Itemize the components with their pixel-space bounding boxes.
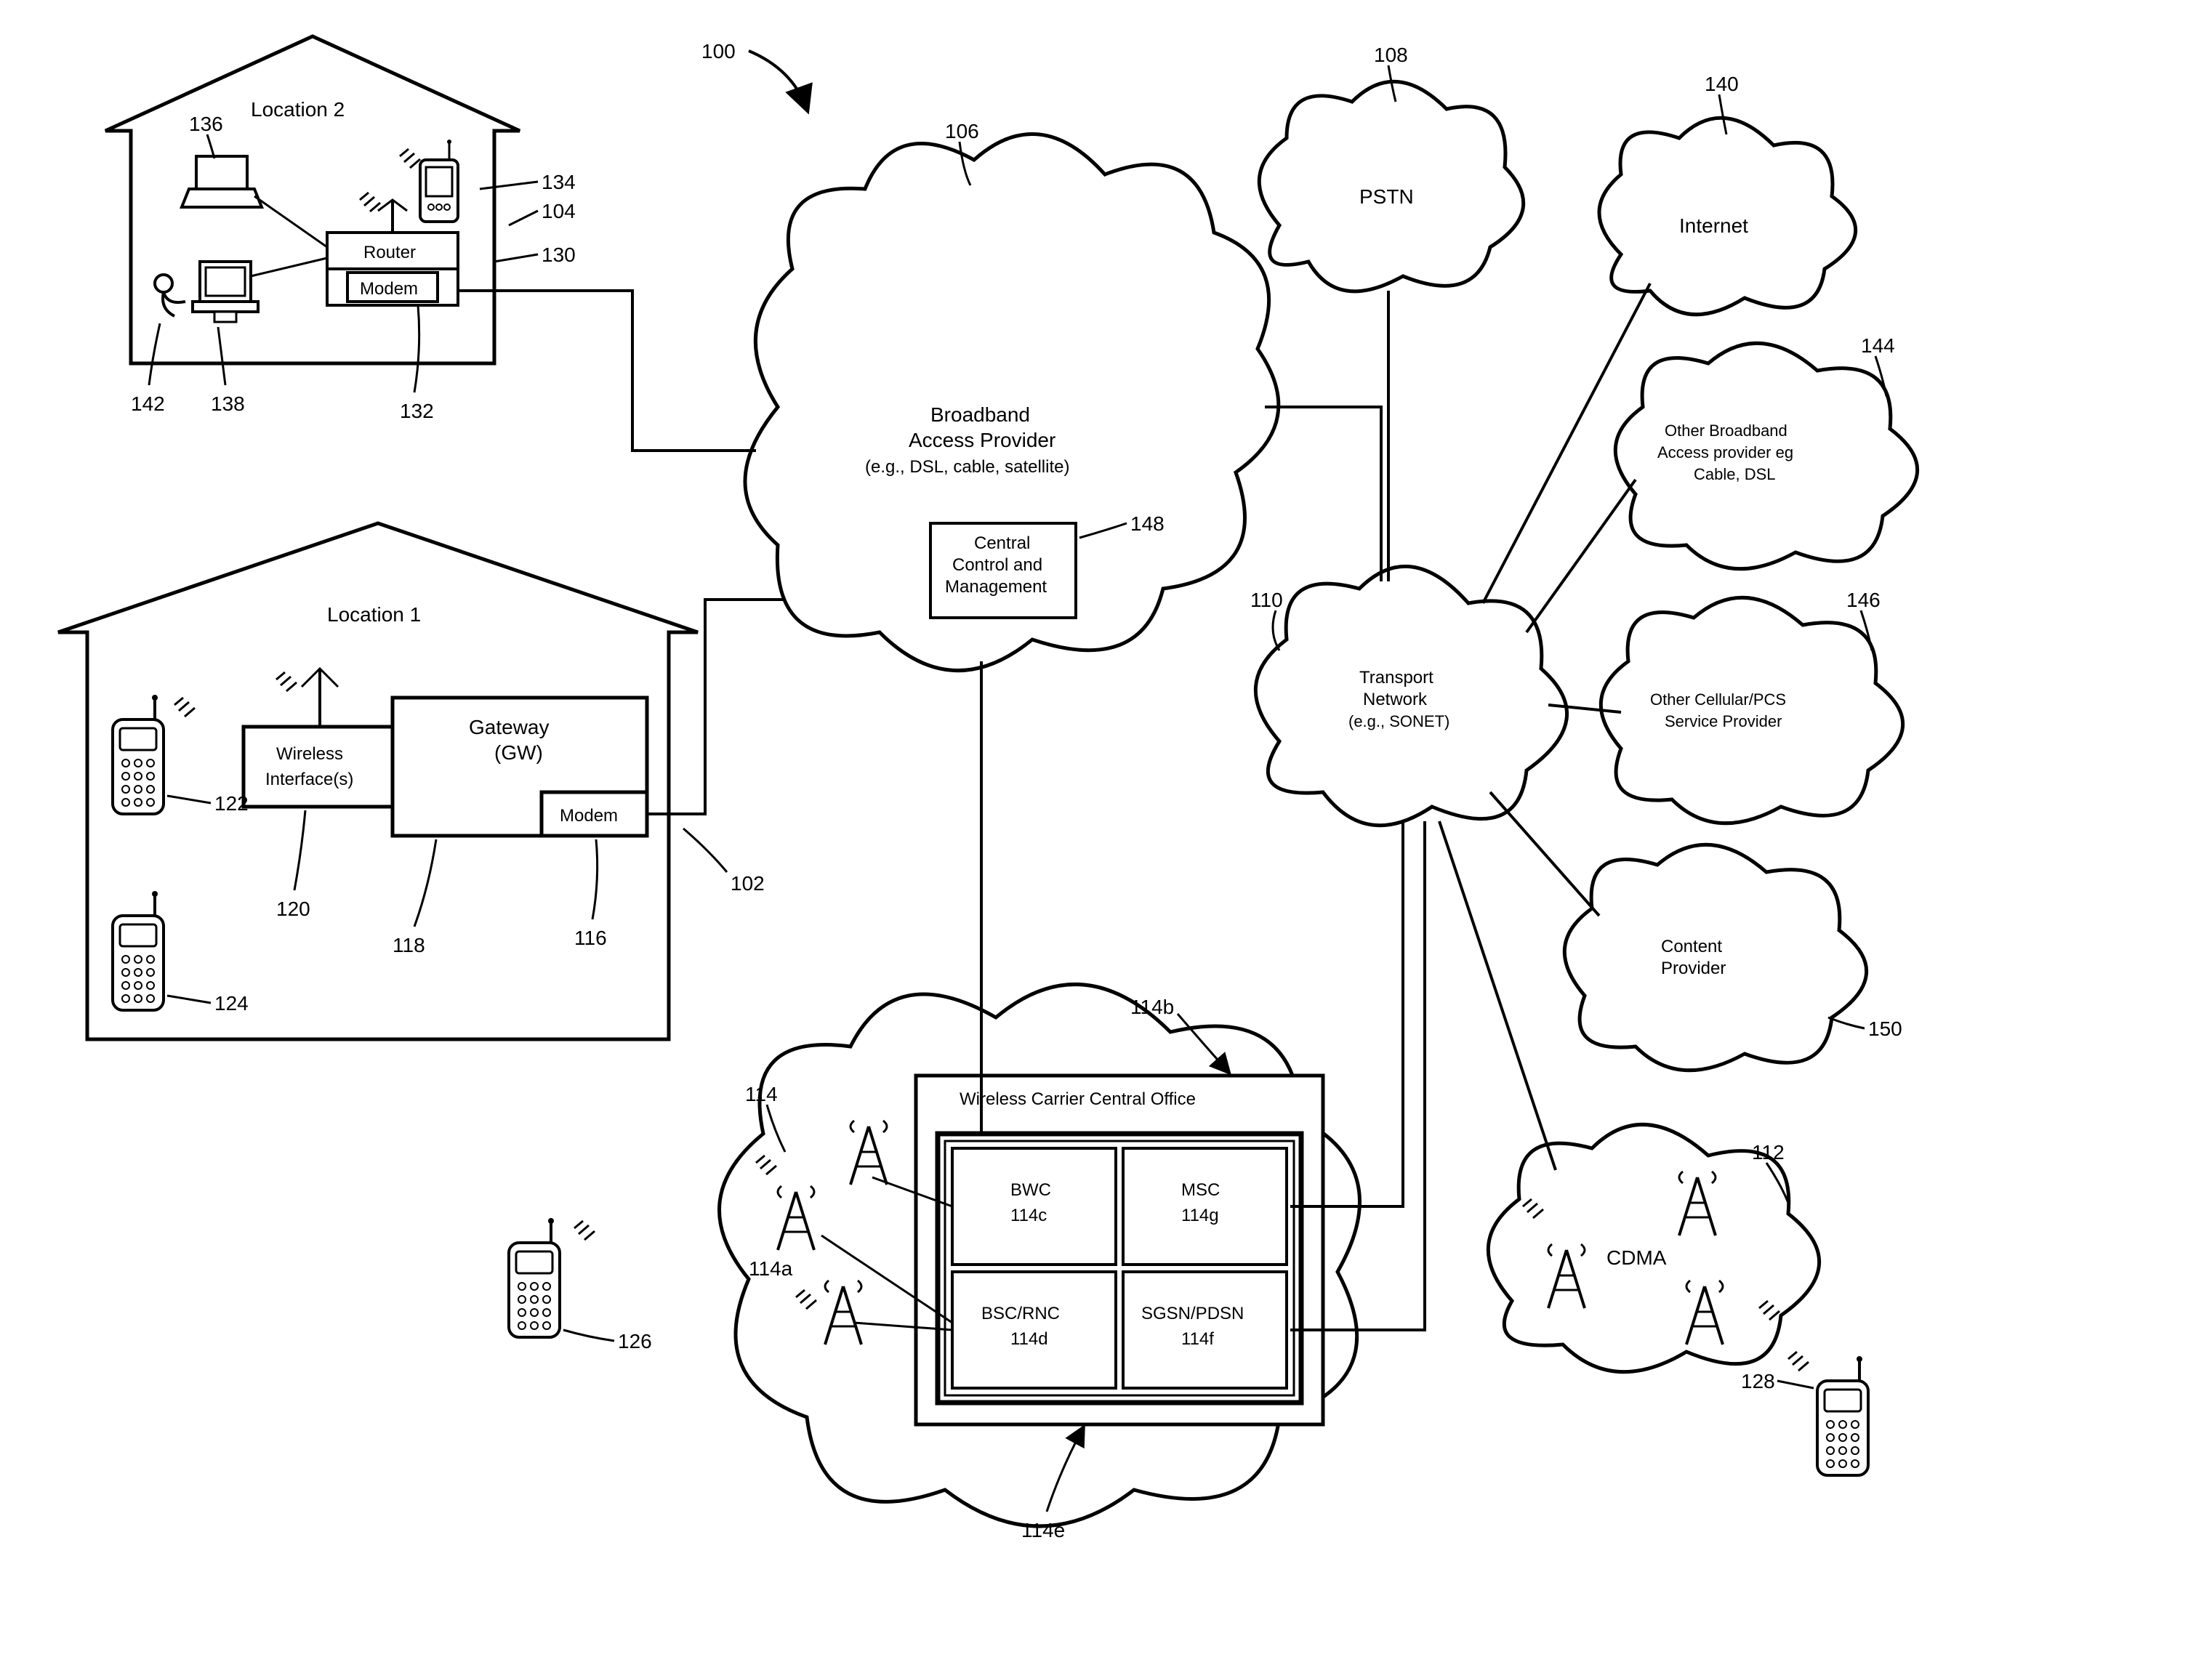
ref-112: 112 [1752, 1141, 1785, 1164]
pstn-cloud: PSTN 108 [1259, 44, 1523, 291]
obb-l1: Other Broadband [1665, 422, 1787, 440]
bsc-l2: 114d [1010, 1329, 1048, 1349]
obb-l2: Access provider eg [1657, 443, 1793, 461]
ref-114b: 114b [1130, 996, 1174, 1018]
obb-l3: Cable, DSL [1694, 465, 1776, 483]
wcco-cloud: 114a Wireless Carrier Central Office BWC… [720, 985, 1360, 1541]
wi-label-2: Interface(s) [265, 770, 353, 789]
msc-l1: MSC [1181, 1180, 1220, 1200]
ccm-l2: Control and [952, 555, 1042, 575]
sgsn-l1: SGSN/PDSN [1141, 1304, 1244, 1323]
ref-114a: 114a [749, 1257, 793, 1280]
location-1-title: Location 1 [327, 603, 421, 626]
internet-label: Internet [1679, 214, 1748, 237]
oc-l2: Service Provider [1665, 712, 1782, 730]
internet-cloud: Internet 140 [1599, 73, 1856, 315]
ref-132: 132 [400, 400, 434, 422]
cp-l2: Provider [1661, 959, 1726, 978]
ref-124: 124 [214, 992, 249, 1015]
cdma-cloud: CDMA 112 [1488, 1124, 1819, 1371]
ref-128: 128 [1741, 1370, 1775, 1392]
ref-116: 116 [574, 927, 607, 949]
bap-line2: Access Provider [909, 429, 1055, 451]
network-diagram: 100 Location 2 Router Modem [0, 0, 2212, 1657]
gateway-label-1: Gateway [469, 716, 550, 738]
bap-cloud: Broadband Access Provider (e.g., DSL, ca… [745, 120, 1279, 671]
ref-126: 126 [618, 1330, 652, 1352]
ref-130: 130 [542, 243, 576, 266]
ref-134: 134 [542, 171, 576, 193]
ref-144: 144 [1861, 334, 1895, 357]
bap-line1: Broadband [930, 403, 1030, 426]
tn-l2: Network [1363, 690, 1428, 709]
ref-148: 148 [1130, 512, 1165, 535]
phone-126: 126 [509, 1218, 652, 1352]
wireless-if-box [244, 727, 393, 807]
ref-114e: 114e [1021, 1519, 1065, 1541]
bap-line3: (e.g., DSL, cable, satellite) [865, 457, 1069, 477]
pc-icon [193, 262, 258, 322]
msc-l2: 114g [1181, 1206, 1219, 1225]
ccm-l3: Management [945, 577, 1047, 597]
ref-142: 142 [131, 392, 165, 415]
wi-label-1: Wireless [276, 744, 343, 764]
ref-146: 146 [1846, 589, 1881, 611]
link-loc2-bap [458, 291, 756, 451]
bwc-l2: 114c [1010, 1206, 1047, 1225]
tn-l3: (e.g., SONET) [1348, 712, 1449, 730]
location-2: Location 2 Router Modem [105, 36, 576, 422]
ref-102: 102 [731, 872, 765, 895]
transport-cloud: Transport Network (e.g., SONET) 110 [1250, 566, 1567, 825]
router-label: Router [363, 243, 416, 262]
ref-110: 110 [1250, 589, 1283, 611]
ref-104: 104 [542, 200, 576, 222]
ref-120: 120 [276, 898, 310, 920]
ref-150: 150 [1868, 1017, 1902, 1040]
ref-138: 138 [211, 392, 245, 415]
oc-l1: Other Cellular/PCS [1650, 690, 1786, 709]
figure-ref-label: 100 [701, 40, 736, 63]
figure-ref: 100 [701, 40, 807, 109]
cp-l1: Content [1661, 937, 1722, 956]
ref-136: 136 [189, 113, 223, 135]
content-cloud: Content Provider 150 [1564, 844, 1902, 1070]
ref-118: 118 [393, 934, 425, 956]
ref-114: 114 [745, 1083, 778, 1105]
phone-128: 128 [1741, 1352, 1868, 1475]
tn-l1: Transport [1359, 668, 1433, 688]
pstn-label: PSTN [1359, 185, 1414, 208]
other-bb-cloud: Other Broadband Access provider eg Cable… [1615, 334, 1917, 569]
ref-108: 108 [1374, 44, 1408, 66]
bwc-l1: BWC [1010, 1180, 1051, 1200]
ccm-l1: Central [974, 533, 1030, 553]
modem-label: Modem [360, 279, 418, 299]
bsc-l1: BSC/RNC [981, 1304, 1060, 1323]
ref-106: 106 [945, 120, 979, 142]
location-1: Location 1 Gateway (GW) Modem Wireless I… [58, 523, 765, 1039]
gw-modem-label: Modem [560, 806, 618, 826]
ref-122: 122 [214, 792, 249, 815]
gateway-label-2: (GW) [494, 741, 543, 764]
location-2-title: Location 2 [251, 98, 345, 121]
cdma-label: CDMA [1606, 1246, 1667, 1269]
ref-140: 140 [1705, 73, 1739, 95]
wcco-title: Wireless Carrier Central Office [960, 1089, 1196, 1109]
other-cell-cloud: Other Cellular/PCS Service Provider 146 [1601, 589, 1902, 823]
sgsn-l2: 114f [1181, 1329, 1214, 1349]
